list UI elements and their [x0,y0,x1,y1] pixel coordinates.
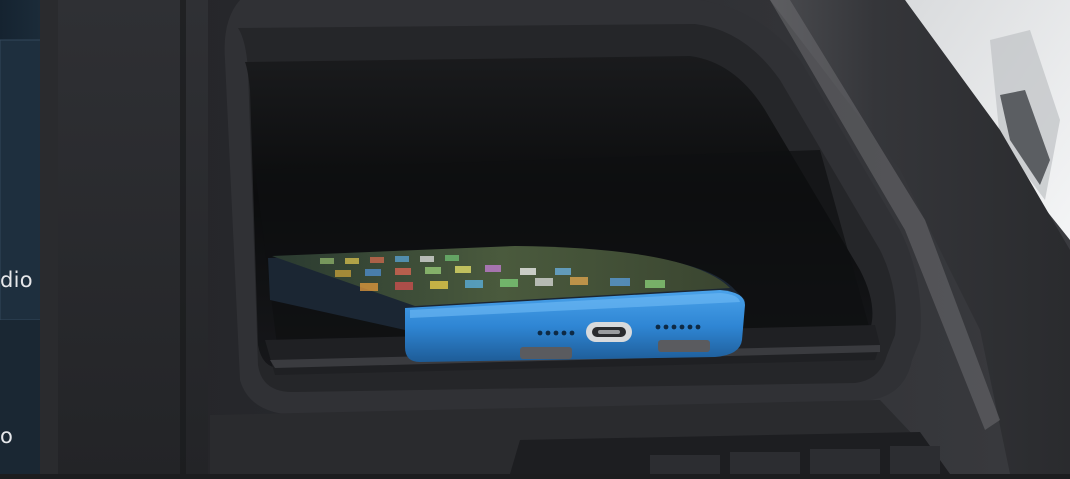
dashboard-illustration [0,0,1070,474]
lower-button-3[interactable] [810,449,880,474]
car-dashboard-scene: dio o [0,0,1070,474]
tray-foot-left [520,347,572,359]
lower-button-1[interactable] [650,455,720,474]
lower-button-4[interactable] [890,446,940,474]
lower-button-2[interactable] [730,452,800,474]
infotainment-screen [0,0,58,474]
screen-label-audio-partial: dio [0,268,33,292]
tray-foot-right [658,340,710,352]
screen-label-partial: o [0,424,14,448]
usb-c-port-icon [586,322,632,342]
